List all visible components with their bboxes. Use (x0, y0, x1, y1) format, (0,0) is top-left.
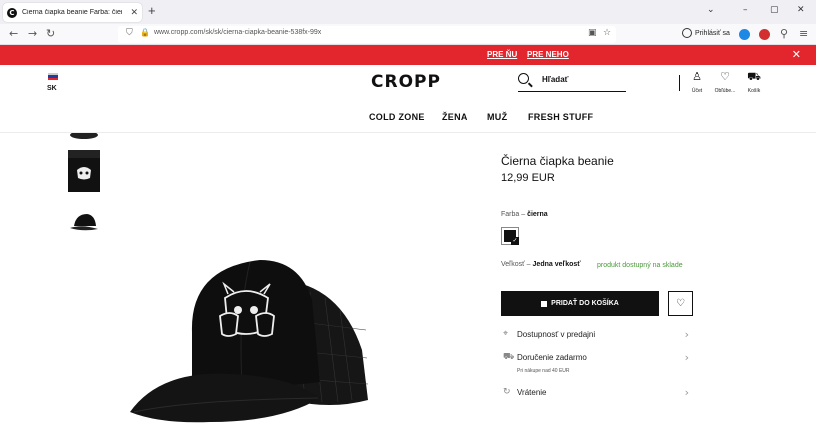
tab-title: Čierna čiapka beanie Farba: čier (22, 9, 122, 16)
favicon-icon: C (7, 7, 17, 18)
bag-icon (541, 300, 548, 307)
heart-icon[interactable]: ♡ (712, 70, 738, 83)
back-icon[interactable]: ← (9, 27, 18, 40)
menu-icon[interactable]: ≡ (799, 27, 808, 40)
return-icon: ↻ (503, 387, 511, 397)
cart-icon[interactable]: ⛟ (741, 70, 767, 85)
extensions-icon[interactable]: ⚲ (780, 27, 788, 40)
product-image[interactable] (130, 250, 370, 428)
color-value: čierna (527, 211, 548, 218)
thumbnail-cap-side[interactable] (68, 210, 100, 236)
search-field[interactable]: Hľadať (518, 72, 626, 92)
header-border (0, 132, 816, 133)
forward-icon[interactable]: → (28, 27, 37, 40)
slovakia-flag-icon[interactable] (48, 73, 58, 80)
thumbnail-cap-front[interactable] (68, 150, 100, 192)
location-pin-icon: ⌖ (503, 329, 509, 339)
tracking-shield-icon[interactable]: ⛉ (126, 28, 133, 38)
browser-navbar: ← → ↻ ⛉ 🔒 www.cropp.com/sk/sk/cierna-cia… (0, 24, 816, 45)
search-input[interactable]: Hľadať (542, 75, 568, 84)
free-delivery-note: Pri nákupe nad 40 EUR (517, 368, 570, 374)
signin-button[interactable]: Prihlásiť sa (682, 28, 730, 38)
store-availability-label: Dostupnosť v predajni (517, 330, 596, 339)
add-to-cart-button[interactable]: PRIDAŤ DO KOŠÍKA (501, 291, 659, 316)
store-availability-row[interactable]: ⌖ Dostupnosť v predajni › (501, 328, 691, 344)
color-swatch-black[interactable]: ✓ (501, 227, 519, 245)
reader-view-icon[interactable]: ▣ (588, 28, 597, 38)
promo-link-men[interactable]: PRE NEHO (527, 50, 569, 59)
free-delivery-row[interactable]: ⛟ Doručenie zadarmo › (501, 351, 691, 367)
header-divider (679, 75, 680, 91)
cropp-logo[interactable]: CROPP (371, 72, 441, 92)
chevron-right-icon: › (684, 386, 689, 399)
size-label: Veľkosť – (501, 261, 531, 268)
extension-red-icon[interactable] (759, 29, 770, 40)
promo-link-women[interactable]: PRE ŇU (487, 50, 517, 59)
signin-label: Prihlásiť sa (695, 29, 730, 37)
address-bar[interactable]: ⛉ 🔒 www.cropp.com/sk/sk/cierna-ciapka-be… (118, 26, 616, 43)
minimize-icon[interactable]: – (743, 5, 748, 15)
promo-bar: PRE ŇU PRE NEHO ✕ (0, 45, 816, 65)
account-label[interactable]: Účet (682, 88, 712, 94)
chevron-right-icon: › (684, 328, 689, 341)
search-icon[interactable] (518, 73, 529, 84)
free-delivery-label: Doručenie zadarmo (517, 353, 587, 362)
maximize-icon[interactable]: ▢ (770, 5, 779, 15)
nav-item-muz[interactable]: MUŽ (487, 112, 507, 122)
browser-tab[interactable]: C Čierna čiapka beanie Farba: čier ✕ (3, 3, 142, 22)
checkmark-icon: ✓ (511, 237, 519, 245)
account-icon (682, 28, 692, 38)
nav-item-fresh-stuff[interactable]: FRESH STUFF (528, 112, 593, 122)
new-tab-button[interactable]: + (148, 3, 156, 18)
extension-blue-icon[interactable] (739, 29, 750, 40)
size-row: Veľkosť – Jedna veľkosť (501, 261, 581, 268)
color-row: Farba – čierna (501, 211, 548, 218)
browser-tabstrip: C Čierna čiapka beanie Farba: čier ✕ + ⌄… (0, 0, 816, 24)
truck-icon: ⛟ (503, 352, 515, 362)
reload-icon[interactable]: ↻ (46, 27, 55, 40)
account-icon[interactable]: ♙ (684, 70, 710, 83)
promo-close-icon[interactable]: ✕ (792, 48, 801, 61)
lock-icon[interactable]: 🔒 (140, 28, 150, 37)
add-to-cart-label: PRIDAŤ DO KOŠÍKA (551, 300, 619, 307)
url-text[interactable]: www.cropp.com/sk/sk/cierna-ciapka-beanie… (154, 29, 321, 36)
cart-label[interactable]: Košík (739, 88, 769, 94)
product-title: Čierna čiapka beanie (501, 154, 614, 168)
size-value: Jedna veľkosť (532, 261, 581, 268)
product-price: 12,99 EUR (501, 172, 555, 184)
color-label: Farba – (501, 211, 526, 218)
wishlist-label[interactable]: Obľúbe... (710, 88, 740, 94)
stock-status: produkt dostupný na sklade (597, 262, 683, 269)
thumbnail-partial[interactable] (68, 133, 100, 141)
tab-close-icon[interactable]: ✕ (130, 7, 138, 18)
nav-item-cold-zone[interactable]: COLD ZONE (369, 112, 425, 122)
returns-label: Vrátenie (517, 388, 547, 397)
wishlist-button[interactable]: ♡ (668, 291, 693, 316)
list-tabs-icon[interactable]: ⌄ (707, 5, 715, 15)
chevron-right-icon: › (684, 351, 689, 364)
nav-item-zena[interactable]: ŽENA (442, 112, 468, 122)
returns-row[interactable]: ↻ Vrátenie › (501, 386, 691, 402)
window-close-icon[interactable]: ✕ (797, 5, 805, 15)
bookmark-star-icon[interactable]: ☆ (603, 28, 611, 38)
country-selector[interactable]: SK (47, 85, 57, 92)
